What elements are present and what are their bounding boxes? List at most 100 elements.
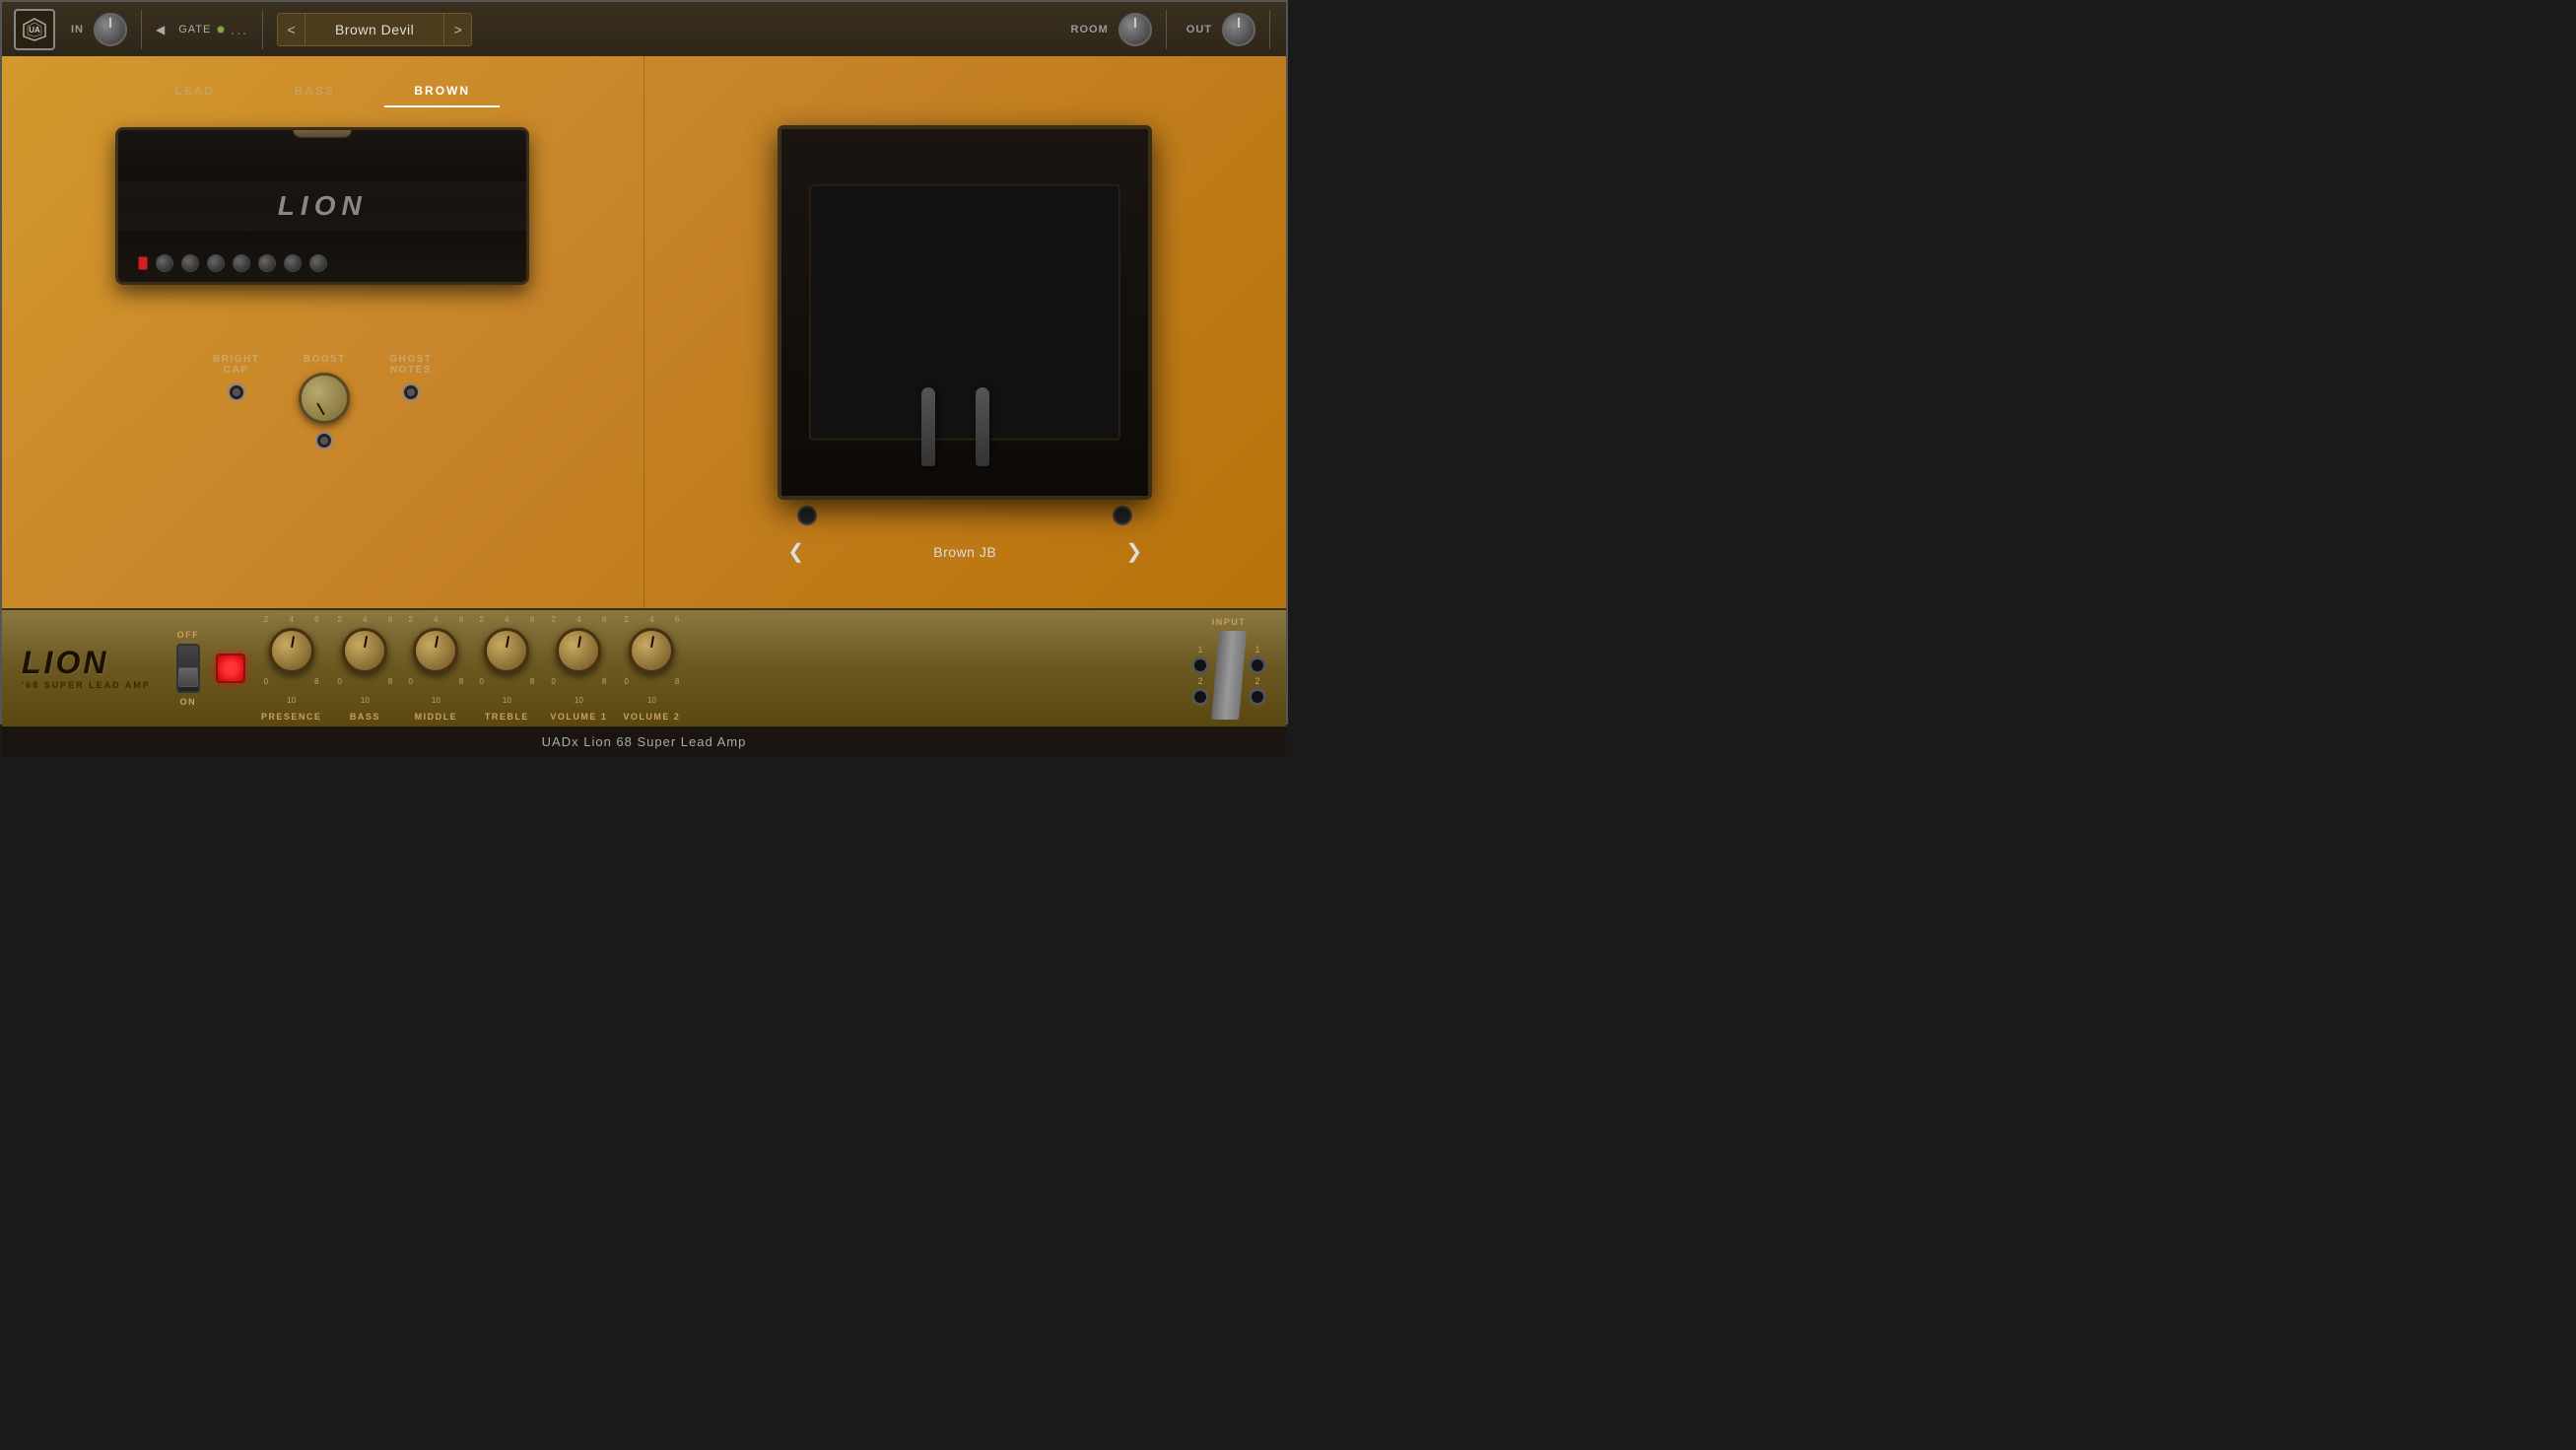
gate-section: GATE ... xyxy=(178,22,248,37)
status-text: UADx Lion 68 Super Lead Amp xyxy=(542,734,747,749)
amp-knob-3[interactable] xyxy=(207,254,225,272)
right-panel: ❮ Brown JB ❯ xyxy=(644,56,1287,608)
input-2-label: 2 xyxy=(1197,676,1202,686)
room-knob[interactable] xyxy=(1119,13,1152,46)
bass-group: 2 4 6 0 8 10 BASS xyxy=(337,615,392,722)
input-1-label: 1 xyxy=(1197,645,1202,655)
ghost-notes-toggle[interactable] xyxy=(402,383,420,401)
gate-label: GATE xyxy=(178,24,211,35)
three-dots: ... xyxy=(231,22,248,37)
middle-knob[interactable] xyxy=(413,628,458,673)
input-jack-3[interactable] xyxy=(1249,656,1266,674)
cab-nav: ❮ Brown JB ❯ xyxy=(778,535,1152,568)
out-knob[interactable] xyxy=(1222,13,1255,46)
volume1-knob[interactable] xyxy=(556,628,601,673)
presence-scale-4: 4 xyxy=(289,615,293,624)
tab-brown[interactable]: BROWN xyxy=(384,76,500,107)
cab-container: ❮ Brown JB ❯ xyxy=(778,125,1152,539)
amp-knob-2[interactable] xyxy=(181,254,199,272)
boost-knob[interactable] xyxy=(299,373,350,424)
amp-knob-7[interactable] xyxy=(309,254,327,272)
volume2-group: 2 4 6 0 8 10 VOLUME 2 xyxy=(623,615,680,722)
preset-nav: < Brown Devil > xyxy=(277,13,472,46)
presence-scale-6: 6 xyxy=(314,615,318,624)
amp-handle xyxy=(293,127,352,138)
off-label: OFF xyxy=(177,630,200,640)
room-label: ROOM xyxy=(1071,24,1109,35)
presence-group: 2 4 6 0 8 10 PRESENCE xyxy=(261,615,322,722)
treble-knob[interactable] xyxy=(484,628,529,673)
bright-cap-toggle[interactable] xyxy=(228,383,245,401)
presence-scale-0: 0 xyxy=(264,677,268,686)
app: UA IN ◀ GATE ... < Brown Devil > ROOM OU… xyxy=(0,0,1288,725)
treble-group: 2 4 6 0 8 10 TREBLE xyxy=(479,615,534,722)
input-r1-label: 1 xyxy=(1254,645,1259,655)
cab-grille xyxy=(809,184,1120,441)
ua-logo[interactable]: UA xyxy=(14,9,55,50)
cab-next-button[interactable]: ❯ xyxy=(1116,535,1152,568)
volume2-knob[interactable] xyxy=(629,628,674,673)
middle-group: 2 4 6 0 8 10 MIDDLE xyxy=(408,615,463,722)
amp-knob-6[interactable] xyxy=(284,254,302,272)
bass-label: BASS xyxy=(350,712,380,722)
divider-2 xyxy=(262,10,263,49)
volume1-label: VOLUME 1 xyxy=(550,712,607,722)
power-led[interactable] xyxy=(216,654,245,683)
boost-toggle[interactable] xyxy=(315,432,333,449)
amp-knob-1[interactable] xyxy=(156,254,173,272)
input-section: INPUT 1 2 1 2 xyxy=(1191,617,1266,720)
lion-brand-text: LION xyxy=(22,647,151,678)
ghost-notes-label: GHOST NOTES xyxy=(389,354,432,376)
cab-prev-button[interactable]: ❮ xyxy=(778,535,814,568)
amp-image: LION xyxy=(115,127,529,324)
input-jack-4[interactable] xyxy=(1249,688,1266,706)
cab-wheels xyxy=(778,506,1152,525)
tab-bass[interactable]: BASS xyxy=(265,76,365,107)
amp-knob-4[interactable] xyxy=(233,254,250,272)
bright-cap-toggle-inner xyxy=(233,388,240,396)
divider-1 xyxy=(141,10,142,49)
amp-body: LION xyxy=(115,127,529,285)
volume2-label: VOLUME 2 xyxy=(623,712,680,722)
input-cable xyxy=(1211,631,1247,720)
boost-label: BOOST xyxy=(304,354,346,365)
amp-knob-5[interactable] xyxy=(258,254,276,272)
main-area: LEAD BASS BROWN LION xyxy=(2,56,1286,608)
bass-knob[interactable] xyxy=(342,628,387,673)
bright-cap-control: BRIGHT CAP xyxy=(213,354,259,401)
channel-tabs: LEAD BASS BROWN xyxy=(135,76,509,107)
gate-arrow: ◀ xyxy=(156,23,165,36)
left-panel: LEAD BASS BROWN LION xyxy=(2,56,644,608)
mic-right xyxy=(976,387,989,466)
cab-body xyxy=(778,125,1152,500)
top-bar: UA IN ◀ GATE ... < Brown Devil > ROOM OU… xyxy=(2,2,1286,56)
presence-scale-8: 8 xyxy=(314,677,318,686)
preset-next-button[interactable]: > xyxy=(443,13,471,46)
amp-controls-row xyxy=(138,254,507,272)
cab-wheel-right xyxy=(1113,506,1132,525)
in-knob[interactable] xyxy=(94,13,127,46)
input-jack-1[interactable] xyxy=(1191,656,1209,674)
divider-3 xyxy=(1166,10,1167,49)
amp-brand-text: LION xyxy=(278,190,368,222)
on-label: ON xyxy=(180,697,197,707)
input-jack-2[interactable] xyxy=(1191,688,1209,706)
presence-knob[interactable] xyxy=(269,628,314,673)
ghost-notes-toggle-inner xyxy=(407,388,415,396)
amp-controls-section: BRIGHT CAP BOOST GHOST NOTES xyxy=(135,354,509,449)
bottom-bar: LION '68 SUPER LEAD AMP OFF ON 2 4 6 0 8 xyxy=(2,608,1286,726)
middle-label: MIDDLE xyxy=(415,712,458,722)
amp-power-led xyxy=(138,256,148,270)
preset-name: Brown Devil xyxy=(305,22,443,37)
boost-control: BOOST xyxy=(299,354,350,449)
treble-label: TREBLE xyxy=(485,712,529,722)
bright-cap-label: BRIGHT CAP xyxy=(213,354,259,376)
cab-wheel-left xyxy=(797,506,817,525)
volume1-group: 2 4 6 0 8 10 VOLUME 1 xyxy=(550,615,607,722)
gate-indicator xyxy=(217,26,225,34)
preset-prev-button[interactable]: < xyxy=(278,13,305,46)
divider-4 xyxy=(1269,10,1270,49)
power-toggle[interactable] xyxy=(176,644,200,693)
mic-left xyxy=(921,387,935,466)
tab-lead[interactable]: LEAD xyxy=(145,76,244,107)
